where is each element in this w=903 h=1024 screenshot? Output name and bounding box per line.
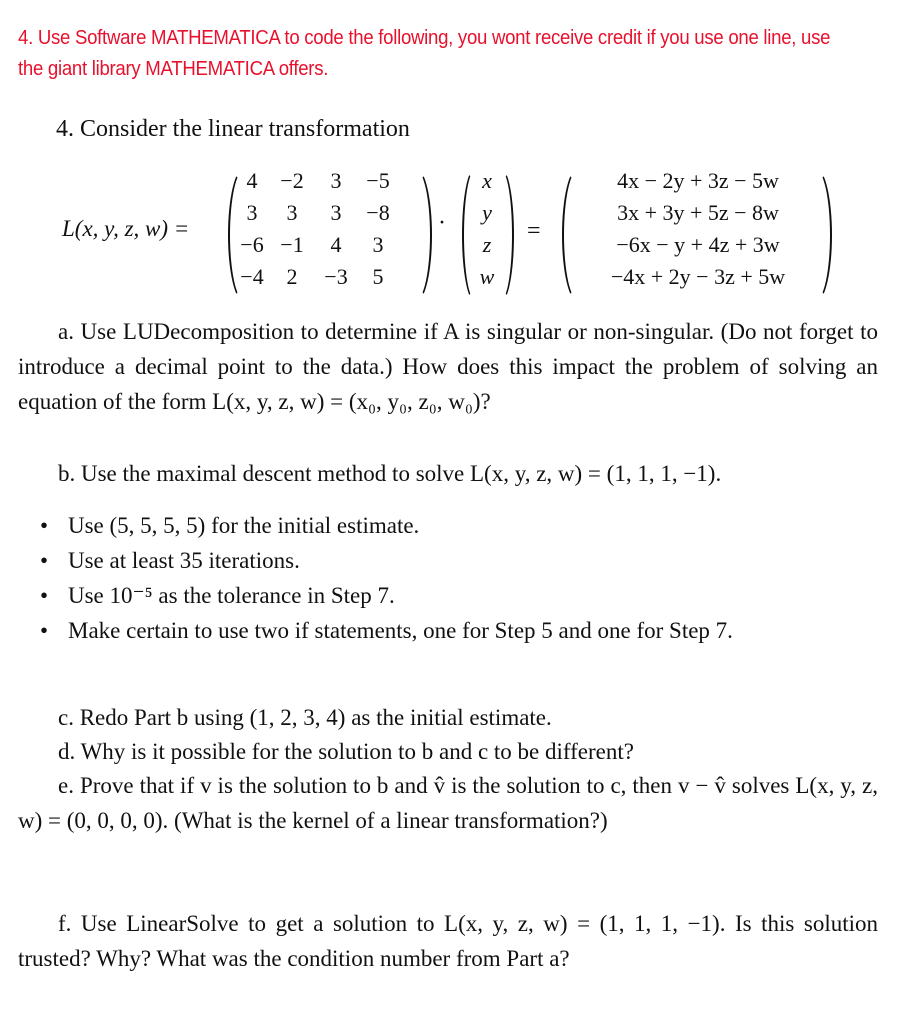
part-c-text: c. Redo Part b using (1, 2, 3, 4) as the… [58, 705, 552, 730]
part-b: b. Use the maximal descent method to sol… [18, 456, 878, 491]
part-e-text: e. Prove that if v is the solution to b … [18, 773, 878, 833]
matrix-cell: −5 [366, 168, 390, 193]
equation-lhs: L(x, y, z, w) = [62, 216, 190, 241]
bullet-list: Use (5, 5, 5, 5) for the initial estimat… [40, 508, 878, 648]
bullet-item: Make certain to use two if statements, o… [40, 613, 878, 648]
matrix-cell: 2 [286, 264, 298, 289]
matrix-cell: −3 [324, 264, 348, 289]
matrix-cell: −8 [366, 200, 390, 225]
matrix-cell: 4 [246, 168, 258, 193]
equals-sign: = [527, 218, 541, 244]
matrix-cell: −1 [280, 232, 304, 257]
matrix-cell: 3 [246, 200, 258, 225]
matrix-cell: −4 [240, 264, 264, 289]
part-f: f. Use LinearSolve to get a solution to … [18, 906, 878, 976]
matrix-cell: −2 [280, 168, 304, 193]
result-entry: −6x − y + 4z + 3w [616, 232, 780, 257]
result-entry: 3x + 3y + 5z − 8w [617, 200, 779, 225]
transformation-equation: L(x, y, z, w) = 4 −2 3 −5 3 3 3 −8 −6 −1 4 3 −4 2 −3 5 … [0, 160, 903, 302]
part-d: d. Why is it possible for the solution t… [18, 734, 878, 769]
vector-entry: y [482, 200, 492, 225]
bullet-item: Use at least 35 iterations. [40, 543, 878, 578]
result-entry: −4x + 2y − 3z + 5w [610, 264, 786, 289]
part-d-text: d. Why is it possible for the solution t… [58, 739, 634, 764]
part-e: e. Prove that if v is the solution to b … [18, 768, 878, 838]
dot-operator: · [438, 210, 446, 236]
problem-intro: 4. Consider the linear transformation [56, 116, 410, 142]
part-a-text: a. Use LUDecomposition to determine if A… [18, 319, 878, 414]
part-c: c. Redo Part b using (1, 2, 3, 4) as the… [18, 700, 878, 735]
matrix-cell: 3 [286, 200, 298, 225]
matrix-cell: 3 [330, 168, 342, 193]
bullet-item: Use 10⁻⁵ as the tolerance in Step 7. [40, 578, 878, 613]
bullet-item: Use (5, 5, 5, 5) for the initial estimat… [40, 508, 878, 543]
matrix-cell: 3 [372, 232, 384, 257]
part-a: a. Use LUDecomposition to determine if A… [18, 314, 878, 419]
matrix-cell: −6 [240, 232, 264, 257]
part-b-text: b. Use the maximal descent method to sol… [58, 461, 722, 486]
vector-entry: z [482, 232, 492, 257]
instruction-heading: 4. Use Software MATHEMATICA to code the … [18, 27, 831, 80]
matrix-cell: 5 [372, 264, 384, 289]
result-entry: 4x − 2y + 3z − 5w [617, 168, 779, 193]
vector-entry: x [482, 168, 492, 193]
vector-entry: w [479, 264, 495, 289]
matrix-right-paren [400, 168, 432, 302]
matrix-cell: 3 [330, 200, 342, 225]
part-f-text: f. Use LinearSolve to get a solution to … [18, 911, 878, 971]
matrix-cell: 4 [330, 232, 342, 257]
